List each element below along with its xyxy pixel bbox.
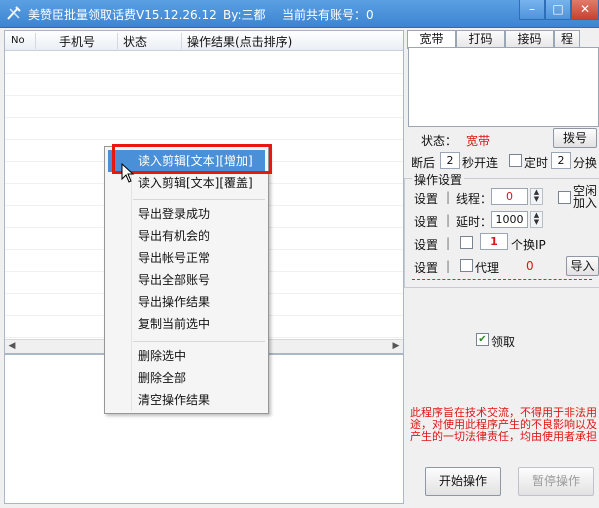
menu-item-delete-selected[interactable]: 删除选中: [108, 345, 265, 367]
close-button[interactable]: ✕: [571, 0, 599, 20]
column-header-result[interactable]: 操作结果(点击排序): [187, 33, 292, 50]
delay-spinner[interactable]: ▲ ▼: [530, 211, 543, 228]
ip-switch-checkbox[interactable]: [460, 236, 473, 249]
tab-strip: 宽带 打码 接码 程: [407, 30, 599, 49]
scroll-right-icon[interactable]: ▶: [389, 340, 403, 354]
start-button[interactable]: 开始操作: [425, 467, 501, 496]
scroll-left-icon[interactable]: ◀: [5, 340, 19, 354]
broadband-textarea[interactable]: [408, 47, 599, 127]
delay-input[interactable]: 1000: [491, 211, 528, 228]
author-label: By:三都: [223, 8, 266, 22]
menu-item-export-login-success[interactable]: 导出登录成功: [108, 203, 265, 225]
menu-item-copy-selected[interactable]: 复制当前选中: [108, 313, 265, 335]
delay-label: 延时：: [456, 215, 493, 229]
timer-label: 定时: [524, 156, 549, 170]
ip-switch-count-input[interactable]: 1: [480, 233, 508, 250]
disclaimer-text: 此程序旨在技术交流，不得用于非法用途，对使用此程序产生的不良影响以及产生的一切法…: [410, 407, 597, 443]
idle-join-label-2: 加入: [573, 196, 598, 210]
tab-label: 打码: [468, 32, 493, 46]
disconnect-label: 断后: [411, 156, 436, 170]
column-divider[interactable]: [35, 33, 36, 49]
highlight-annotation-box: [112, 144, 272, 174]
thread-label: 线程：: [456, 192, 493, 206]
settings-divider: |: [446, 259, 451, 273]
column-header-status[interactable]: 状态: [123, 33, 147, 50]
idle-join-checkbox[interactable]: [558, 191, 571, 204]
title-bar[interactable]: 美赞臣批量领取话费V15.12.26.12 By:三都 当前共有账号：0: [0, 0, 599, 28]
mouse-cursor-icon: [121, 163, 135, 183]
window-title: 美赞臣批量领取话费V15.12.26.12: [28, 8, 217, 22]
list-header: No 手机号 状态 操作结果(点击排序): [5, 31, 403, 51]
column-header-no[interactable]: No: [11, 35, 25, 46]
timer-checkbox[interactable]: [509, 154, 522, 167]
receive-label: 领取: [491, 335, 516, 349]
settings-prefix: 设置: [414, 192, 439, 206]
settings-divider: |: [446, 190, 451, 204]
pause-button[interactable]: 暂停操作: [518, 467, 594, 496]
settings-prefix: 设置: [414, 261, 439, 275]
spin-down-icon[interactable]: ▼: [531, 196, 542, 203]
status-label: 状态：: [421, 134, 458, 148]
tab-label: 接码: [517, 32, 542, 46]
menu-separator: [133, 341, 265, 342]
column-header-phone[interactable]: 手机号: [59, 33, 95, 50]
timer-minutes-input[interactable]: 2: [551, 152, 571, 169]
minimize-icon: –: [529, 2, 535, 16]
ip-switch-suffix: 个换IP: [511, 238, 546, 252]
tab-label: 程: [560, 32, 573, 46]
menu-item-delete-all[interactable]: 删除全部: [108, 367, 265, 389]
thread-spinner[interactable]: ▲ ▼: [530, 188, 543, 205]
account-count-label: 当前共有账号：0: [282, 8, 374, 22]
tab-captcha[interactable]: 打码: [456, 30, 505, 48]
timer-suffix: 分换: [573, 156, 598, 170]
proxy-label: 代理: [475, 261, 500, 275]
proxy-count: 0: [526, 259, 534, 273]
import-button[interactable]: 导入: [566, 256, 599, 276]
receive-checkbox[interactable]: ✔: [476, 333, 489, 346]
menu-item-export-normal[interactable]: 导出帐号正常: [108, 247, 265, 269]
disconnect-suffix: 秒开连: [462, 156, 499, 170]
maximize-button[interactable]: □: [545, 0, 571, 20]
tab-sms-code[interactable]: 接码: [505, 30, 554, 48]
dial-button[interactable]: 拨号: [553, 128, 597, 148]
menu-item-export-results[interactable]: 导出操作结果: [108, 291, 265, 313]
menu-item-clear-results[interactable]: 清空操作结果: [108, 389, 265, 411]
menu-item-export-all[interactable]: 导出全部账号: [108, 269, 265, 291]
column-divider[interactable]: [117, 33, 118, 49]
settings-prefix: 设置: [414, 215, 439, 229]
tab-label: 宽带: [419, 32, 444, 46]
menu-item-export-chance[interactable]: 导出有机会的: [108, 225, 265, 247]
app-icon: [7, 6, 21, 20]
proxy-checkbox[interactable]: [460, 259, 473, 272]
column-divider[interactable]: [181, 33, 182, 49]
settings-prefix: 设置: [414, 238, 439, 252]
status-value: 宽带: [466, 134, 491, 148]
settings-divider: |: [446, 213, 451, 227]
maximize-icon: □: [552, 2, 564, 16]
spin-down-icon[interactable]: ▼: [531, 219, 542, 226]
divider-line: [412, 279, 592, 280]
thread-count-input[interactable]: 0: [491, 188, 528, 205]
settings-divider: |: [446, 236, 451, 250]
tab-program[interactable]: 程: [554, 30, 580, 48]
disconnect-seconds-input[interactable]: 2: [440, 152, 460, 169]
close-icon: ✕: [579, 2, 591, 16]
minimize-button[interactable]: –: [519, 0, 545, 20]
context-menu: 读入剪辑[文本][增加] 读入剪辑[文本][覆盖] 导出登录成功 导出有机会的 …: [104, 146, 269, 414]
operation-settings-title: 操作设置: [412, 171, 465, 188]
checkbox-icon: ✔: [478, 334, 487, 345]
menu-separator: [133, 199, 265, 200]
